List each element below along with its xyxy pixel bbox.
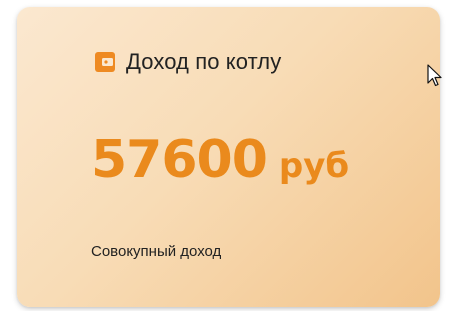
card-caption: Совокупный доход — [91, 243, 222, 260]
income-unit: руб — [278, 146, 350, 186]
income-value: 57600 руб — [91, 134, 349, 186]
income-card[interactable]: Доход по котлу 57600 руб Совокупный дохо… — [17, 7, 440, 307]
income-amount: 57600 — [91, 130, 268, 190]
wallet-icon — [94, 51, 116, 73]
card-header: Доход по котлу — [94, 51, 281, 73]
mouse-cursor-icon — [427, 64, 443, 88]
screen: Доход по котлу 57600 руб Совокупный дохо… — [0, 0, 451, 311]
card-title: Доход по котлу — [126, 49, 282, 74]
